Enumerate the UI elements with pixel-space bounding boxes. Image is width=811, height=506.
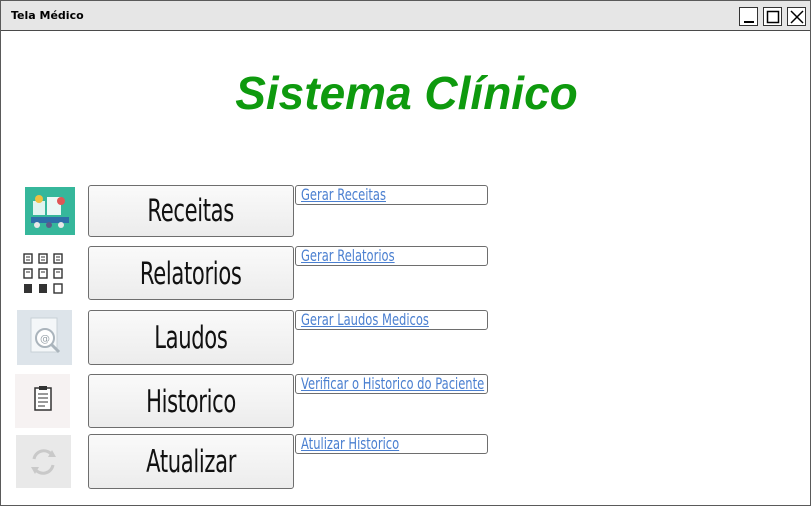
laudos-button-label: Laudos xyxy=(154,320,228,356)
minimize-icon xyxy=(744,21,754,23)
search-document-icon: @ xyxy=(17,310,72,365)
maximize-icon xyxy=(766,10,780,24)
historico-button[interactable]: Historico xyxy=(88,374,294,428)
clipboard-icon xyxy=(15,374,70,428)
document-grid-icon xyxy=(17,248,69,300)
close-button[interactable] xyxy=(787,7,806,26)
page-title: Sistema Clínico xyxy=(235,67,578,119)
prescription-illustration-icon xyxy=(25,187,75,235)
receitas-button[interactable]: Receitas xyxy=(88,185,294,237)
window-title: Tela Médico xyxy=(11,9,84,22)
relatorios-button[interactable]: Relatorios xyxy=(88,246,294,300)
gerar-relatorios-link-text: Gerar Relatorios xyxy=(301,246,395,265)
receitas-button-label: Receitas xyxy=(147,193,235,229)
title-bar: Tela Médico xyxy=(1,1,810,31)
minimize-button[interactable] xyxy=(739,7,758,26)
atualizar-historico-link[interactable]: Atulizar Historico xyxy=(295,434,488,454)
atualizar-historico-link-text: Atulizar Historico xyxy=(301,434,400,453)
gerar-receitas-link[interactable]: Gerar Receitas xyxy=(295,185,488,205)
gerar-relatorios-link[interactable]: Gerar Relatorios xyxy=(295,246,488,266)
verificar-historico-link-text: Verificar o Historico do Paciente xyxy=(301,374,485,393)
relatorios-button-label: Relatorios xyxy=(140,256,242,292)
close-icon xyxy=(790,10,804,24)
svg-text:@: @ xyxy=(40,334,50,345)
gerar-laudos-medicos-link-text: Gerar Laudos Medicos xyxy=(301,310,429,329)
atualizar-button-label: Atualizar xyxy=(146,444,236,480)
atualizar-button[interactable]: Atualizar xyxy=(88,434,294,489)
refresh-icon xyxy=(16,435,71,488)
app-window: Tela Médico Sistema Clínico Receitas Ger… xyxy=(0,0,811,506)
gerar-receitas-link-text: Gerar Receitas xyxy=(301,185,386,204)
verificar-historico-link[interactable]: Verificar o Historico do Paciente xyxy=(295,374,488,394)
gerar-laudos-medicos-link[interactable]: Gerar Laudos Medicos xyxy=(295,310,488,330)
laudos-button[interactable]: Laudos xyxy=(88,310,294,365)
historico-button-label: Historico xyxy=(146,384,236,420)
maximize-button[interactable] xyxy=(763,7,782,26)
